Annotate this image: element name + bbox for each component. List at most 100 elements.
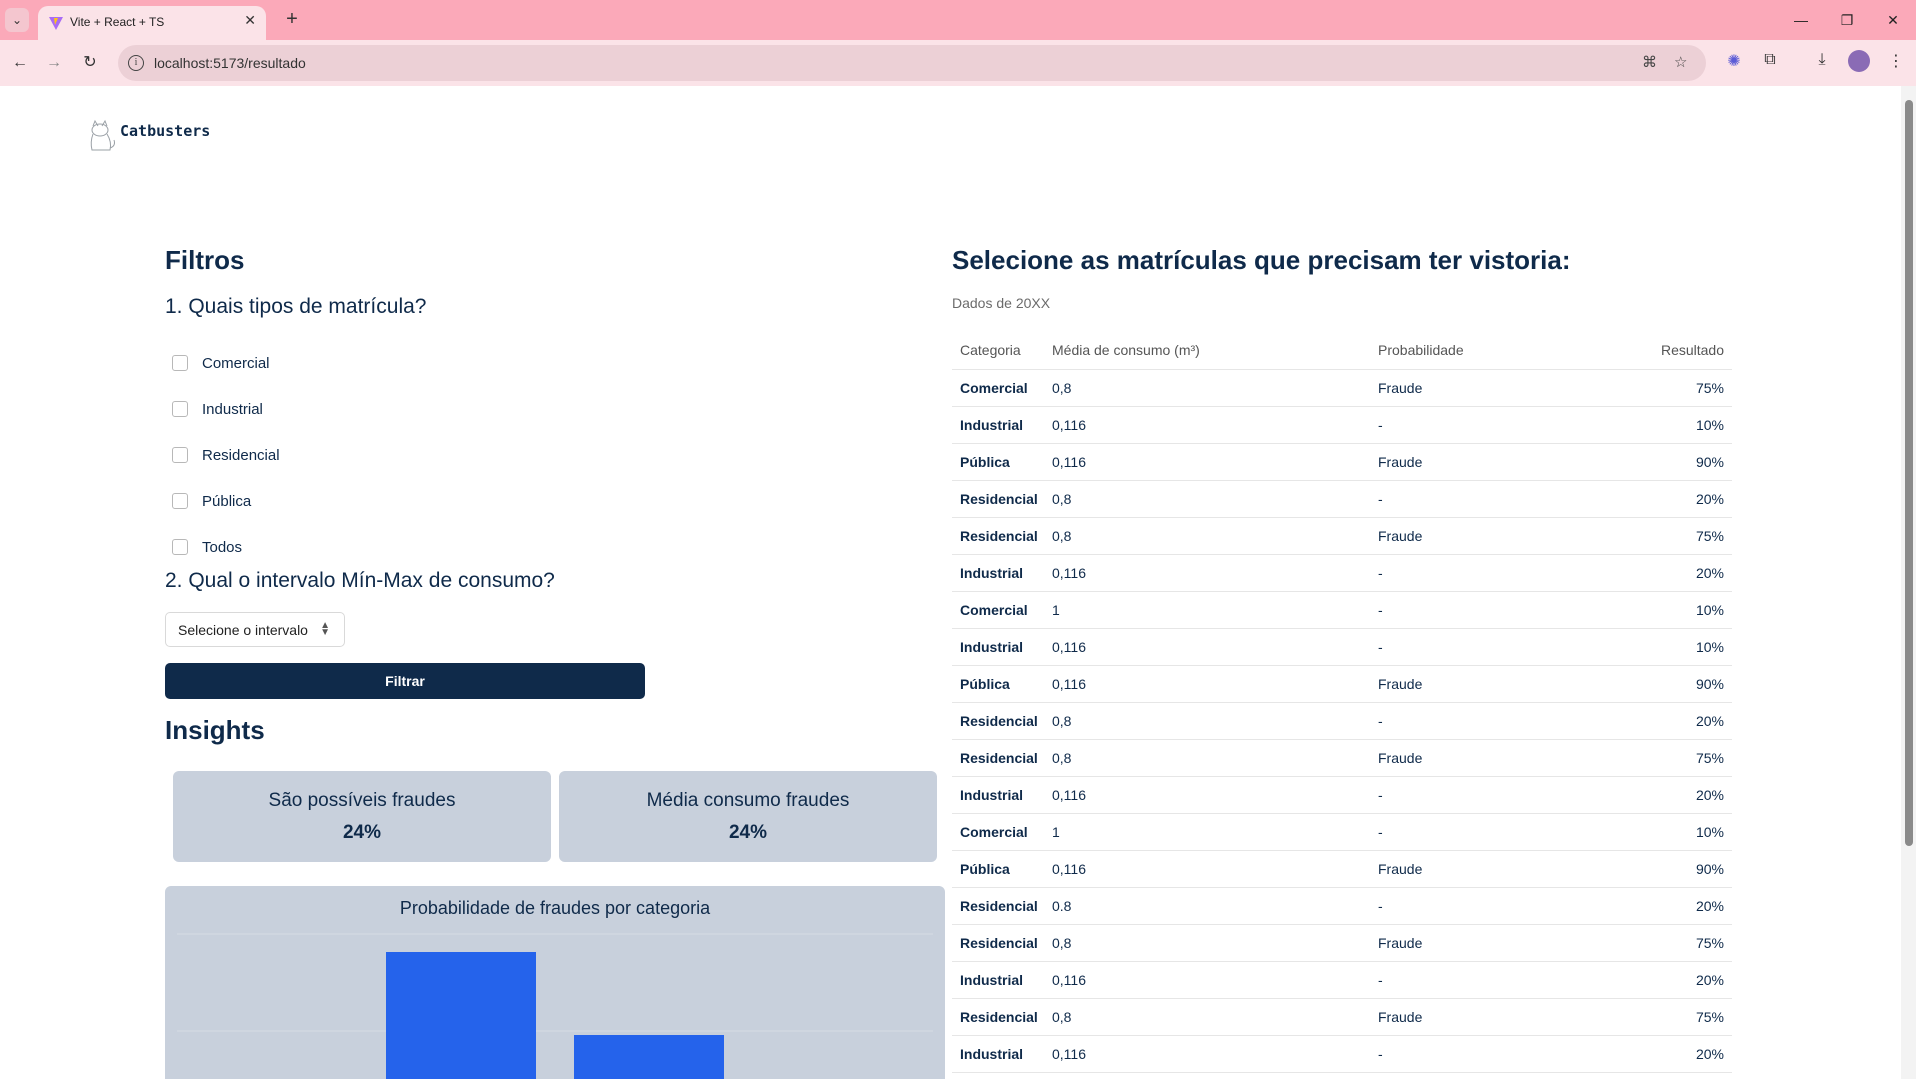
cell-media-consumo: 0,116 xyxy=(1052,1035,1378,1073)
cell-categoria: Industrial xyxy=(952,1035,1052,1073)
checkbox[interactable] xyxy=(172,355,188,371)
extension-gear-icon[interactable]: ✺ xyxy=(1722,51,1746,71)
checkbox-row-comercial[interactable]: Comercial xyxy=(172,340,280,386)
question-type-heading: 1. Quais tipos de matrícula? xyxy=(165,295,427,318)
col-header-resultado[interactable]: Resultado xyxy=(1628,331,1732,370)
table-row[interactable]: Industrial 0,116-10% xyxy=(952,628,1732,666)
interval-select[interactable]: Selecione o intervalo ▲ ▼ xyxy=(165,612,345,647)
checkbox-label[interactable]: Todos xyxy=(202,539,242,556)
insight-value: 24% xyxy=(342,822,382,843)
table-row[interactable]: Residencial 0,8 Fraude 75% xyxy=(952,739,1732,777)
menu-kebab-icon[interactable]: ⋮ xyxy=(1884,51,1908,71)
browser-chrome: ⌄ Vite + React + TS ✕ + — ❐ ✕ ← → ↻ i lo… xyxy=(0,0,1916,86)
table-row[interactable]: Residencial 0,8 Fraude 75% xyxy=(952,924,1732,962)
checkbox-row-industrial[interactable]: Industrial xyxy=(172,386,280,432)
checkbox-label[interactable]: Pública xyxy=(202,493,251,510)
table-row[interactable]: Industrial 0,116-20% xyxy=(952,554,1732,592)
cell-probabilidade: Fraude xyxy=(1378,850,1628,888)
table-row[interactable]: Comercial 1-10% xyxy=(952,813,1732,851)
cell-categoria: Pública xyxy=(952,443,1052,481)
scrollbar-thumb[interactable] xyxy=(1905,100,1913,846)
cell-resultado: 75% xyxy=(1628,739,1732,777)
cell-resultado: 75% xyxy=(1628,369,1732,407)
site-info-icon[interactable]: i xyxy=(128,55,144,71)
table-row[interactable]: Residencial 0.8-20% xyxy=(952,887,1732,925)
checkbox[interactable] xyxy=(172,539,188,555)
checkbox-label[interactable]: Comercial xyxy=(202,355,270,372)
table-row[interactable]: Pública 0,116 Fraude 90% xyxy=(952,665,1732,703)
cell-categoria: Comercial xyxy=(952,813,1052,851)
translate-icon[interactable]: ⌘ xyxy=(1642,53,1657,71)
matriculas-table: Categoria Média de consumo (m³) Probabil… xyxy=(952,331,1732,1073)
table-row[interactable]: Pública 0,116 Fraude 90% xyxy=(952,443,1732,481)
download-icon[interactable]: ⤓ xyxy=(1810,51,1834,69)
new-tab-plus-icon[interactable]: + xyxy=(280,8,304,32)
cell-categoria: Pública xyxy=(952,665,1052,703)
filter-button[interactable]: Filtrar xyxy=(165,663,645,699)
chart-bar[interactable] xyxy=(574,1035,724,1079)
table-row[interactable]: Industrial 0,116-20% xyxy=(952,776,1732,814)
checkbox-row-todos[interactable]: Todos xyxy=(172,524,280,570)
col-header-categoria[interactable]: Categoria xyxy=(952,331,1052,370)
cell-resultado: 75% xyxy=(1628,924,1732,962)
table-row[interactable]: Residencial 0,8 Fraude 75% xyxy=(952,998,1732,1036)
cell-categoria: Residencial xyxy=(952,480,1052,518)
table-row[interactable]: Residencial 0,8-20% xyxy=(952,702,1732,740)
checkbox-label[interactable]: Residencial xyxy=(202,447,280,464)
cell-resultado: 20% xyxy=(1628,554,1732,592)
tab-list-chevron-icon[interactable]: ⌄ xyxy=(5,8,29,32)
table-row[interactable]: Comercial 1-10% xyxy=(952,591,1732,629)
cell-media-consumo: 0,116 xyxy=(1052,628,1378,666)
table-row[interactable]: Comercial 0,8 Fraude 75% xyxy=(952,369,1732,407)
checkbox[interactable] xyxy=(172,493,188,509)
cell-categoria: Residencial xyxy=(952,702,1052,740)
tab-close-icon[interactable]: ✕ xyxy=(244,12,256,29)
table-row[interactable]: Industrial 0,116-10% xyxy=(952,406,1732,444)
cell-categoria: Industrial xyxy=(952,554,1052,592)
checkbox[interactable] xyxy=(172,401,188,417)
brand[interactable]: Catbusters xyxy=(84,118,210,152)
filters-heading: Filtros xyxy=(165,245,245,275)
cell-resultado: 10% xyxy=(1628,406,1732,444)
cell-media-consumo: 0,116 xyxy=(1052,406,1378,444)
bookmark-star-icon[interactable]: ☆ xyxy=(1674,53,1687,71)
cell-probabilidade: - xyxy=(1378,1035,1628,1073)
table-row[interactable]: Industrial 0,116-20% xyxy=(952,961,1732,999)
table-row[interactable]: Industrial 0,116-20% xyxy=(952,1035,1732,1073)
cell-media-consumo: 0,8 xyxy=(1052,924,1378,962)
cell-resultado: 10% xyxy=(1628,628,1732,666)
insight-value: 24% xyxy=(728,822,768,843)
cell-media-consumo: 0,8 xyxy=(1052,480,1378,518)
col-header-probabilidade[interactable]: Probabilidade xyxy=(1378,331,1628,370)
table-row[interactable]: Residencial 0,8 Fraude 75% xyxy=(952,517,1732,555)
browser-tab[interactable]: Vite + React + TS ✕ xyxy=(38,6,266,40)
forward-arrow-icon[interactable]: → xyxy=(40,49,68,77)
extensions-puzzle-icon[interactable]: ⧉ xyxy=(1758,51,1782,69)
table-row[interactable]: Pública 0,116 Fraude 90% xyxy=(952,850,1732,888)
window-close-icon[interactable]: ✕ xyxy=(1870,6,1916,34)
checkbox-row-residencial[interactable]: Residencial xyxy=(172,432,280,478)
cell-media-consumo: 0,8 xyxy=(1052,702,1378,740)
restore-icon[interactable]: ❐ xyxy=(1824,6,1870,34)
back-arrow-icon[interactable]: ← xyxy=(6,49,34,77)
reload-icon[interactable]: ↻ xyxy=(76,49,104,77)
cell-probabilidade: - xyxy=(1378,406,1628,444)
cell-resultado: 20% xyxy=(1628,776,1732,814)
type-checkbox-list: Comercial Industrial Residencial Pública… xyxy=(172,340,280,570)
profile-avatar[interactable] xyxy=(1848,50,1870,72)
col-header-media-consumo[interactable]: Média de consumo (m³) xyxy=(1052,331,1378,370)
tab-title: Vite + React + TS xyxy=(70,15,165,29)
cell-probabilidade: Fraude xyxy=(1378,998,1628,1036)
checkbox-label[interactable]: Industrial xyxy=(202,401,263,418)
table-row[interactable]: Residencial 0,8-20% xyxy=(952,480,1732,518)
data-year-subtitle: Dados de 20XX xyxy=(952,295,1051,311)
cell-categoria: Industrial xyxy=(952,628,1052,666)
address-bar[interactable]: i localhost:5173/resultado ⌘ ☆ xyxy=(118,45,1706,81)
checkbox[interactable] xyxy=(172,447,188,463)
cell-resultado: 90% xyxy=(1628,665,1732,703)
insight-label: São possíveis fraudes xyxy=(268,790,456,811)
checkbox-row-publica[interactable]: Pública xyxy=(172,478,280,524)
minimize-icon[interactable]: — xyxy=(1778,6,1824,34)
chart-bar[interactable] xyxy=(386,952,536,1079)
cell-media-consumo: 0,116 xyxy=(1052,961,1378,999)
